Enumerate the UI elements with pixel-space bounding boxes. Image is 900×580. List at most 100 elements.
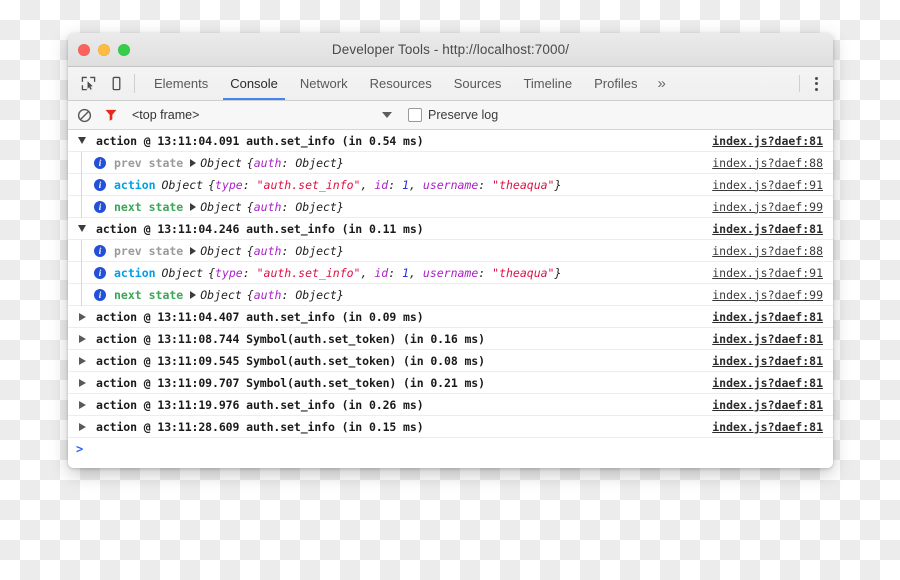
console-prompt[interactable]: > [68,438,833,460]
console-message-row[interactable]: i action Object {type: "auth.set_info", id:… [68,261,833,284]
expand-triangle-icon[interactable] [74,400,90,409]
info-icon: i [94,200,106,213]
clear-console-icon[interactable] [77,106,95,124]
console-group-header[interactable]: action @ 13:11:28.609 auth.set_info (in … [68,416,833,438]
message-label: action [114,177,156,192]
chevron-down-icon[interactable] [382,112,392,118]
object-type[interactable]: Object [200,240,242,262]
info-icon: i [94,266,106,279]
expand-object-icon[interactable] [190,290,197,299]
source-link[interactable]: index.js?daef:81 [712,416,833,438]
more-tabs-icon[interactable]: » [648,67,674,100]
source-link[interactable]: index.js?daef:81 [712,350,833,372]
tabbar-right-group [795,67,833,100]
console-group-header[interactable]: action @ 13:11:19.976 auth.set_info (in … [68,394,833,416]
object-type[interactable]: Object [200,152,242,174]
expand-triangle-icon[interactable] [74,422,90,431]
inspect-element-icon[interactable] [78,74,98,94]
tab-timeline[interactable]: Timeline [512,67,583,100]
console-group-title: action @ 13:11:28.609 auth.set_info (in … [96,419,424,434]
device-toolbar-icon[interactable] [106,74,126,94]
expand-object-icon[interactable] [190,246,197,255]
collapse-triangle-icon[interactable] [74,137,90,144]
object-type[interactable]: Object [162,174,204,196]
source-link[interactable]: index.js?daef:81 [712,130,833,152]
tab-elements[interactable]: Elements [143,67,219,100]
group-indent-guide [74,239,90,262]
source-link[interactable]: index.js?daef:81 [712,306,833,328]
source-link[interactable]: index.js?daef:81 [712,372,833,394]
object-type[interactable]: Object [162,262,204,284]
source-link[interactable]: index.js?daef:99 [712,284,833,306]
expand-triangle-icon[interactable] [74,334,90,343]
tab-console[interactable]: Console [219,67,289,100]
group-indent-guide [74,283,90,306]
console-group-title: action @ 13:11:04.246 auth.set_info (in … [96,221,424,236]
prompt-caret-icon: > [76,442,84,456]
console-group-header[interactable]: action @ 13:11:04.407 auth.set_info (in … [68,306,833,328]
console-message-row[interactable]: i next state Object {auth: Object} index.js?… [68,283,833,306]
zoom-window-button[interactable] [118,43,130,56]
object-preview[interactable]: {type: "auth.set_info", id: 1, username:… [208,262,561,284]
devtools-tabbar: Elements Console Network Resources Sourc… [68,67,833,101]
source-link[interactable]: index.js?daef:91 [712,174,833,196]
console-group-header[interactable]: action @ 13:11:04.246 auth.set_info (in … [68,218,833,240]
expand-object-icon[interactable] [190,202,197,211]
tab-resources[interactable]: Resources [359,67,443,100]
preserve-log-checkbox[interactable] [408,108,422,122]
object-type[interactable]: Object [200,284,242,306]
object-preview[interactable]: {auth: Object} [247,152,344,174]
console-message-row[interactable]: i next state Object {auth: Object} index.js?… [68,195,833,218]
preserve-log-control[interactable]: Preserve log [408,108,498,122]
info-icon: i [94,178,106,191]
object-preview[interactable]: {auth: Object} [247,240,344,262]
collapse-triangle-icon[interactable] [74,225,90,232]
window-titlebar: Developer Tools - http://localhost:7000/ [68,33,833,67]
source-link[interactable]: index.js?daef:81 [712,218,833,240]
object-preview[interactable]: {auth: Object} [247,284,344,306]
console-group-title: action @ 13:11:04.407 auth.set_info (in … [96,309,424,324]
console-group-header[interactable]: action @ 13:11:04.091 auth.set_info (in … [68,130,833,152]
console-message-list[interactable]: action @ 13:11:04.091 auth.set_info (in … [68,130,833,468]
tab-network[interactable]: Network [289,67,359,100]
close-window-button[interactable] [78,43,90,56]
console-group-header[interactable]: action @ 13:11:09.545 Symbol(auth.set_to… [68,350,833,372]
console-group-header[interactable]: action @ 13:11:09.707 Symbol(auth.set_to… [68,372,833,394]
object-preview[interactable]: {auth: Object} [247,196,344,218]
execution-context-value: <top frame> [132,108,200,122]
expand-triangle-icon[interactable] [74,356,90,365]
expand-triangle-icon[interactable] [74,312,90,321]
object-preview[interactable]: {type: "auth.set_info", id: 1, username:… [208,174,561,196]
console-message-row[interactable]: i prev state Object {auth: Object} index.js?… [68,151,833,174]
group-indent-guide [74,195,90,218]
info-icon: i [94,156,106,169]
source-link[interactable]: index.js?daef:99 [712,196,833,218]
group-indent-guide [74,173,90,196]
tab-profiles[interactable]: Profiles [583,67,648,100]
console-group-title: action @ 13:11:19.976 auth.set_info (in … [96,397,424,412]
console-message-row[interactable]: i prev state Object {auth: Object} index.js?… [68,239,833,262]
console-group-header[interactable]: action @ 13:11:08.744 Symbol(auth.set_to… [68,328,833,350]
tab-sources[interactable]: Sources [443,67,513,100]
message-label: prev state [114,243,184,258]
console-group-title: action @ 13:11:04.091 auth.set_info (in … [96,133,424,148]
tool-icon-group [68,67,132,100]
source-link[interactable]: index.js?daef:81 [712,394,833,416]
panel-tabs: Elements Console Network Resources Sourc… [143,67,795,100]
message-label: next state [114,287,184,302]
vertical-dots-menu-icon[interactable] [808,74,824,94]
window-title: Developer Tools - http://localhost:7000/ [331,42,570,57]
minimize-window-button[interactable] [98,43,110,56]
expand-object-icon[interactable] [190,158,197,167]
expand-triangle-icon[interactable] [74,378,90,387]
source-link[interactable]: index.js?daef:88 [712,240,833,262]
filter-funnel-icon[interactable] [104,106,120,124]
execution-context-select[interactable]: <top frame> [132,108,392,122]
source-link[interactable]: index.js?daef:91 [712,262,833,284]
message-label: next state [114,199,184,214]
source-link[interactable]: index.js?daef:88 [712,152,833,174]
object-type[interactable]: Object [200,196,242,218]
console-message-row[interactable]: i action Object {type: "auth.set_info", id:… [68,173,833,196]
source-link[interactable]: index.js?daef:81 [712,328,833,350]
toolbar-divider [134,74,135,93]
